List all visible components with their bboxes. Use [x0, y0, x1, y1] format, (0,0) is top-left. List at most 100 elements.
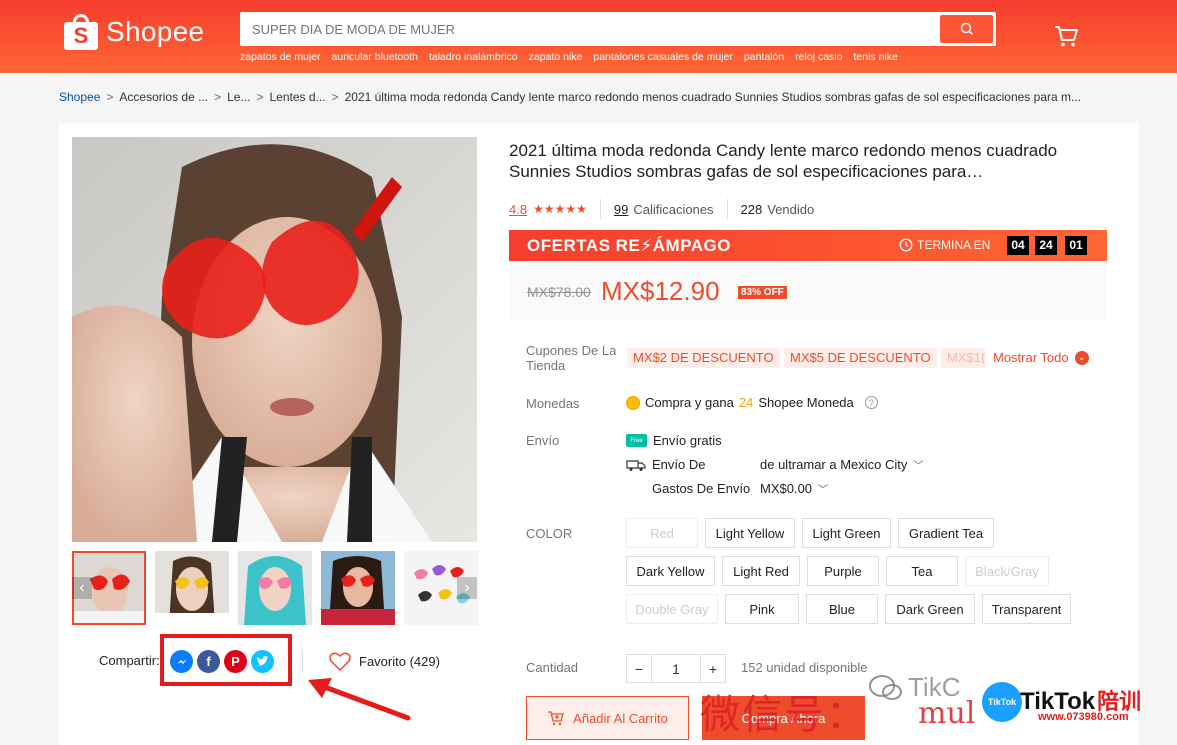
thumbnail[interactable] [155, 551, 229, 625]
chevron-down-icon: ⌄ [1074, 350, 1089, 365]
buy-now-label: Compra Ahora [741, 710, 826, 726]
color-label: COLOR [526, 526, 573, 541]
coin-icon [626, 395, 640, 410]
rating-value[interactable]: 4.8 [509, 202, 527, 217]
breadcrumb-item[interactable]: Shopee [59, 90, 100, 104]
ship-cost-value: MX$0.00 [760, 481, 813, 496]
help-icon[interactable]: ? [864, 396, 878, 409]
breadcrumb-separator: > [106, 90, 114, 104]
clock-icon [899, 238, 913, 252]
color-option[interactable]: Pink [725, 594, 799, 624]
sold-label: Vendido [767, 201, 815, 217]
chevron-down-icon: ﹀ [818, 485, 829, 496]
coins-info: Compra y gana 24 Shopee Moneda ? [626, 395, 878, 410]
meta-divider [599, 199, 601, 219]
annotation-arrow [308, 678, 411, 721]
ratings-count[interactable]: 99 [614, 202, 628, 217]
ratings-label: Calificaciones [633, 201, 714, 217]
chevron-down-icon: ﹀ [913, 461, 924, 472]
breadcrumb-separator: > [214, 90, 222, 104]
flash-sale-title: OFERTAS RE⚡ÁMPAGO [527, 236, 731, 255]
product-meta: 4.8 ★★★★★ 99 Calificaciones 228 Vendido [509, 199, 814, 219]
search-bar [240, 12, 996, 46]
meta-divider [726, 199, 728, 219]
add-to-cart-button[interactable]: Añadir Al Carrito [526, 696, 689, 740]
coins-text-after: Shopee Moneda [758, 395, 854, 410]
lightning-icon: ⚡ [640, 236, 653, 255]
color-option[interactable]: Gradient Tea [898, 518, 994, 548]
product-main-image[interactable] [72, 137, 477, 542]
coins-text-before: Compra y gana [645, 395, 734, 410]
hint-link[interactable]: tenis nike [853, 51, 897, 63]
hint-link[interactable]: pantalón [744, 51, 784, 63]
logo-text: Shopee [106, 16, 205, 47]
highlight-box [160, 634, 292, 686]
timer-seconds: 01 [1065, 236, 1087, 255]
thumb-next-arrow[interactable]: › [457, 577, 477, 599]
color-option[interactable]: Light Red [722, 556, 800, 586]
shopping-bag-icon: S [64, 14, 98, 50]
quantity-input[interactable]: 1 [652, 654, 700, 683]
ends-label: TERMINA EN [917, 238, 991, 252]
breadcrumb-current: 2021 última moda redonda Candy lente mar… [344, 90, 1081, 104]
thumb-prev-arrow[interactable]: ‹ [72, 577, 92, 599]
breadcrumb-item[interactable]: Lentes d... [270, 90, 326, 104]
original-price: MX$78.00 [527, 284, 591, 300]
timer-minutes: 24 [1035, 236, 1057, 255]
chevron-right-icon: › [464, 579, 470, 596]
color-option[interactable]: Blue [806, 594, 878, 624]
favorite-button[interactable]: Favorito (429) [329, 652, 440, 671]
ship-from-selector[interactable]: de ultramar a Mexico City ﹀ [760, 457, 923, 472]
search-input[interactable] [240, 12, 936, 46]
ship-from-label: Envío De [652, 457, 706, 472]
color-option[interactable]: Light Yellow [705, 518, 795, 548]
buy-now-button[interactable]: Compra Ahora [702, 696, 865, 740]
free-shipping: Free Envío gratis [626, 433, 722, 448]
color-option[interactable]: Dark Yellow [626, 556, 715, 586]
flash-ends: TERMINA EN [899, 238, 990, 252]
show-all-label: Mostrar Todo [993, 350, 1069, 365]
hint-link[interactable]: zapato nike [529, 51, 583, 63]
breadcrumb-item[interactable]: Le... [227, 90, 250, 104]
thumbnail[interactable] [238, 551, 312, 625]
color-option[interactable]: Transparent [982, 594, 1071, 624]
quantity-decrease-button[interactable]: − [626, 654, 652, 683]
thumbnail[interactable] [321, 551, 395, 625]
breadcrumb-item[interactable]: Accesorios de ... [119, 90, 208, 104]
cart-icon[interactable] [1052, 22, 1080, 50]
cart-plus-icon [548, 711, 565, 726]
hint-link[interactable]: taladro inalámbrico [429, 51, 518, 63]
color-option[interactable]: Black/Gray [965, 556, 1049, 586]
color-option[interactable]: Purple [807, 556, 879, 586]
discount-badge: 83% OFF [738, 286, 787, 299]
quantity-increase-button[interactable]: + [700, 654, 726, 683]
current-price: MX$12.90 [601, 276, 720, 306]
rating-stars-icon: ★★★★★ [533, 202, 587, 216]
coins-amount: 24 [738, 395, 754, 410]
ship-from-row: Envío De [626, 457, 705, 472]
color-option[interactable]: Light Green [802, 518, 891, 548]
color-option[interactable]: Double Gray [626, 594, 718, 624]
color-option[interactable]: Dark Green [885, 594, 975, 624]
product-photo [72, 137, 477, 542]
chevron-left-icon: ‹ [79, 579, 85, 596]
color-option[interactable]: Red [626, 518, 698, 548]
hint-link[interactable]: zapatos de mujer [240, 51, 321, 63]
hint-link[interactable]: pantalones casuales de mujer [593, 51, 733, 63]
shopee-logo[interactable]: S Shopee [64, 12, 204, 52]
thumbnail-strip: ‹ › [72, 551, 478, 625]
add-to-cart-label: Añadir Al Carrito [573, 710, 668, 726]
search-button[interactable] [940, 15, 993, 43]
color-option[interactable]: Tea [886, 556, 958, 586]
show-all-coupons[interactable]: Mostrar Todo ⌄ [993, 350, 1089, 365]
ship-cost-selector[interactable]: MX$0.00 ﹀ [760, 481, 828, 496]
coupon-tag[interactable]: MX$1( [941, 348, 985, 368]
coupon-tag[interactable]: MX$5 DE DESCUENTO [784, 348, 937, 368]
hint-link[interactable]: reloj casio [795, 51, 842, 63]
free-shipping-icon: Free [626, 434, 647, 447]
coupon-tag[interactable]: MX$2 DE DESCUENTO [627, 348, 780, 368]
search-hints: zapatos de mujer auricular bluetooth tal… [240, 51, 898, 63]
price-box: MX$78.00 MX$12.90 83% OFF [509, 261, 1107, 321]
search-icon [960, 22, 973, 36]
hint-link[interactable]: auricular bluetooth [332, 51, 418, 63]
